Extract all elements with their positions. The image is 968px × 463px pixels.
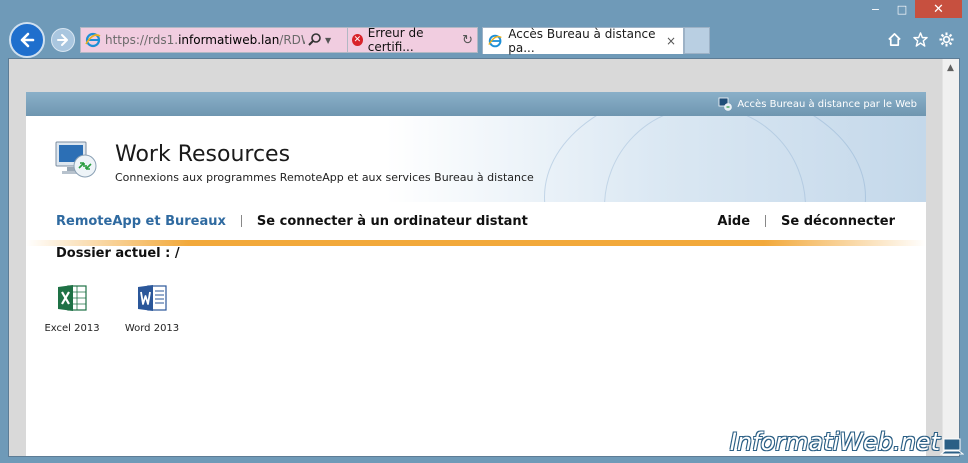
app-label: Excel 2013 (44, 323, 100, 334)
url-scheme: https://rds1. (105, 33, 179, 47)
close-tab-icon[interactable]: × (666, 34, 676, 48)
minimize-button[interactable]: − (862, 0, 889, 18)
gear-icon[interactable] (938, 31, 954, 47)
maximize-button[interactable]: □ (889, 0, 915, 18)
vertical-scrollbar[interactable]: ▲ (942, 59, 959, 456)
logout-link[interactable]: Se déconnecter (766, 214, 910, 229)
home-icon[interactable] (886, 31, 902, 47)
arrow-left-icon (20, 32, 35, 48)
scroll-up-icon[interactable]: ▲ (942, 59, 959, 76)
forward-button[interactable] (51, 28, 75, 52)
ie-icon (488, 34, 502, 48)
remote-desktop-icon (718, 97, 733, 111)
address-bar[interactable]: https://rds1.informatiweb.lan/RDWeb/I ▼ (80, 27, 348, 53)
page-viewport: ▲ Accès Bureau à distance par le Web Wor… (9, 59, 959, 456)
rdweb-nav: RemoteApp et Bureaux Se connecter à un o… (26, 202, 926, 240)
tab-connect-remote[interactable]: Se connecter à un ordinateur distant (242, 214, 543, 229)
nav-right-group: Aide Se déconnecter (702, 214, 926, 229)
star-icon[interactable] (912, 31, 928, 47)
app-label: Word 2013 (124, 323, 180, 334)
help-link[interactable]: Aide (702, 214, 765, 229)
refresh-icon[interactable]: ↻ (462, 33, 473, 48)
app-word[interactable]: Word 2013 (116, 282, 188, 334)
ie-icon (85, 32, 101, 48)
cert-error-label: Erreur de certifi... (367, 26, 424, 54)
word-icon (138, 285, 167, 311)
url-path: /RDWeb/I (279, 33, 305, 47)
tab-remoteapp[interactable]: RemoteApp et Bureaux (26, 214, 241, 229)
app-excel[interactable]: Excel 2013 (36, 282, 108, 334)
rdweb-page: Accès Bureau à distance par le Web Work … (26, 92, 926, 456)
close-window-button[interactable]: ✕ (915, 0, 962, 18)
new-tab-button[interactable] (684, 27, 710, 54)
page-subtitle: Connexions aux programmes RemoteApp et a… (115, 171, 534, 184)
excel-icon (58, 285, 87, 311)
error-icon: ✕ (352, 34, 363, 46)
current-folder: Dossier actuel : / (56, 246, 180, 261)
rdweb-top-label: Accès Bureau à distance par le Web (737, 98, 917, 110)
remote-computer-icon (55, 141, 97, 178)
window-controls: − □ ✕ (862, 0, 962, 18)
tab-title: Accès Bureau à distance pa... (508, 27, 656, 55)
watermark: InformatiWeb.net (729, 428, 940, 456)
certificate-error[interactable]: ✕ Erreur de certifi... ↻ (348, 26, 478, 54)
url-host: informatiweb.lan (178, 33, 280, 47)
back-button[interactable] (9, 22, 45, 58)
page-title: Work Resources (115, 142, 291, 167)
search-icon[interactable] (307, 32, 323, 48)
rdweb-top-bar: Accès Bureau à distance par le Web (26, 92, 926, 116)
browser-chrome: − □ ✕ https://rds1.informatiweb.lan/RDWe… (0, 0, 968, 58)
rdweb-header: Work Resources Connexions aux programmes… (26, 116, 926, 202)
laptop-icon (940, 438, 964, 455)
url-text[interactable]: https://rds1.informatiweb.lan/RDWeb/I (105, 33, 305, 47)
chevron-down-icon[interactable]: ▼ (325, 36, 331, 45)
tab-rdweb[interactable]: Accès Bureau à distance pa... × (482, 27, 684, 55)
toolbar-icons (886, 31, 954, 47)
arrow-right-icon (57, 34, 68, 46)
